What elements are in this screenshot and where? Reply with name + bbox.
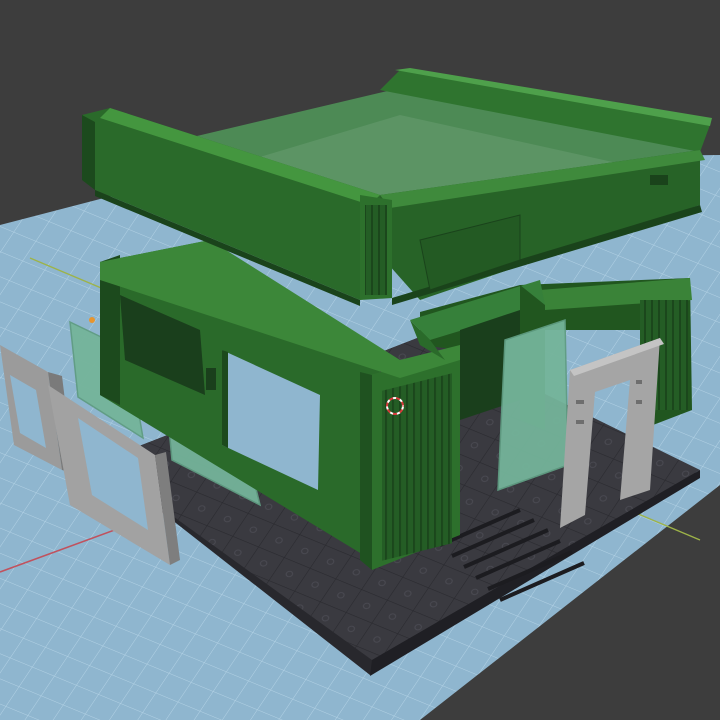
3d-viewport[interactable] xyxy=(0,0,720,720)
object-origin-icon[interactable] xyxy=(89,317,95,323)
glass-panel-right[interactable] xyxy=(497,318,569,492)
viewport-canvas[interactable] xyxy=(0,0,720,720)
